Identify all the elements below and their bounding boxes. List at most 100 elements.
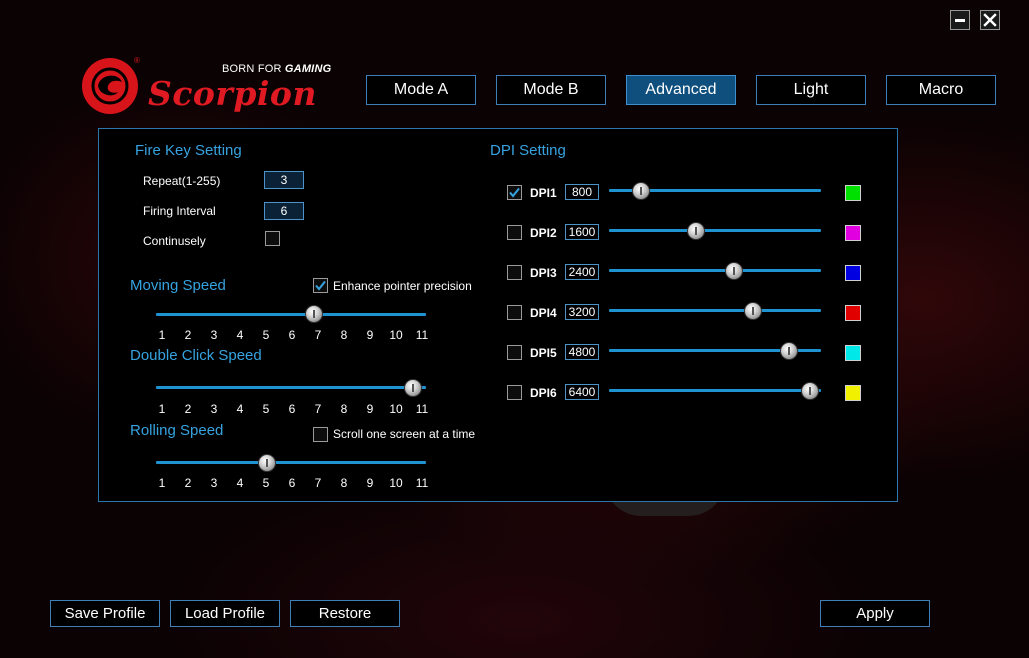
dpi-setting-title: DPI Setting: [490, 142, 566, 159]
tick-label: 6: [288, 476, 296, 490]
tick-label: 2: [184, 328, 192, 342]
tick-label: 4: [236, 476, 244, 490]
continuous-label: Continusely: [143, 234, 206, 248]
rolling-speed-ticks: 1 2 3 4 5 6 7 8 9 10 11: [149, 476, 435, 490]
slider-thumb[interactable]: [780, 342, 799, 360]
save-profile-button[interactable]: Save Profile: [50, 600, 160, 627]
moving-speed-ticks: 1 2 3 4 5 6 7 8 9 10 11: [149, 328, 435, 342]
slider-thumb[interactable]: [258, 454, 276, 472]
dpi-slider-2[interactable]: [609, 222, 821, 240]
double-click-title: Double Click Speed: [130, 347, 262, 364]
dpi-value-input-5[interactable]: 4800: [565, 344, 599, 360]
tick-label: 1: [158, 328, 166, 342]
rolling-speed-slider[interactable]: [156, 454, 426, 472]
moving-speed-slider[interactable]: [156, 305, 426, 323]
dpi-label-4: DPI4: [530, 306, 557, 320]
dpi-color-swatch-5[interactable]: [845, 345, 861, 361]
tick-label: 1: [158, 476, 166, 490]
minimize-icon: [955, 18, 965, 22]
double-click-slider[interactable]: [156, 379, 426, 398]
slider-track: [609, 389, 821, 392]
dpi-checkbox-1[interactable]: [507, 185, 522, 200]
tick-label: 2: [184, 402, 192, 416]
tick-label: 11: [415, 402, 429, 416]
tick-label: 8: [340, 476, 348, 490]
slider-thumb[interactable]: [631, 182, 650, 200]
tick-label: 9: [366, 476, 374, 490]
fire-key-title: Fire Key Setting: [135, 142, 242, 159]
registered-mark: ®: [134, 56, 140, 65]
enhance-precision-label: Enhance pointer precision: [333, 279, 472, 293]
tick-label: 6: [288, 402, 296, 416]
dpi-slider-1[interactable]: [609, 182, 821, 200]
slider-track: [156, 313, 426, 316]
dpi-color-swatch-2[interactable]: [845, 225, 861, 241]
dpi-checkbox-5[interactable]: [507, 345, 522, 360]
tick-label: 5: [262, 328, 270, 342]
dpi-label-5: DPI5: [530, 346, 557, 360]
tick-label: 9: [366, 328, 374, 342]
tick-label: 5: [262, 402, 270, 416]
tick-label: 10: [389, 476, 403, 490]
dpi-color-swatch-4[interactable]: [845, 305, 861, 321]
slider-thumb[interactable]: [404, 379, 422, 397]
dpi-value-input-2[interactable]: 1600: [565, 224, 599, 240]
tick-label: 11: [415, 476, 429, 490]
minimize-button[interactable]: [950, 10, 970, 30]
slider-thumb[interactable]: [801, 382, 820, 400]
tick-label: 8: [340, 402, 348, 416]
slider-thumb[interactable]: [686, 222, 705, 240]
tick-label: 3: [210, 328, 218, 342]
dpi-color-swatch-1[interactable]: [845, 185, 861, 201]
dpi-value-input-4[interactable]: 3200: [565, 304, 599, 320]
logo-brand-name: Scorpion: [148, 74, 317, 113]
tick-label: 7: [314, 476, 322, 490]
enhance-precision-checkbox[interactable]: [313, 278, 328, 293]
continuous-checkbox[interactable]: [265, 231, 280, 246]
dpi-checkbox-4[interactable]: [507, 305, 522, 320]
dpi-slider-3[interactable]: [609, 262, 821, 280]
dpi-slider-4[interactable]: [609, 302, 821, 320]
tick-label: 7: [314, 402, 322, 416]
firing-interval-input[interactable]: 6: [264, 202, 304, 220]
dpi-slider-6[interactable]: [609, 382, 821, 400]
close-icon: [983, 13, 997, 27]
dpi-checkbox-6[interactable]: [507, 385, 522, 400]
apply-button[interactable]: Apply: [820, 600, 930, 627]
tick-label: 10: [389, 328, 403, 342]
tab-macro[interactable]: Macro: [886, 75, 996, 105]
dpi-checkbox-3[interactable]: [507, 265, 522, 280]
tab-light[interactable]: Light: [756, 75, 866, 105]
tab-mode-b[interactable]: Mode B: [496, 75, 606, 105]
checkmark-icon: [509, 187, 520, 198]
slider-thumb[interactable]: [305, 305, 323, 323]
advanced-settings-panel: Fire Key Setting Repeat(1-255) 3 Firing …: [98, 128, 898, 502]
dpi-color-swatch-3[interactable]: [845, 265, 861, 281]
tick-label: 5: [262, 476, 270, 490]
restore-button[interactable]: Restore: [290, 600, 400, 627]
dpi-value-input-1[interactable]: 800: [565, 184, 599, 200]
tick-label: 3: [210, 402, 218, 416]
slider-thumb[interactable]: [744, 302, 763, 320]
dpi-label-2: DPI2: [530, 226, 557, 240]
slider-track: [609, 269, 821, 272]
scroll-screen-checkbox[interactable]: [313, 427, 328, 442]
close-button[interactable]: [980, 10, 1000, 30]
dpi-value-input-6[interactable]: 6400: [565, 384, 599, 400]
dpi-label-6: DPI6: [530, 386, 557, 400]
tab-advanced[interactable]: Advanced: [626, 75, 736, 105]
slider-thumb[interactable]: [725, 262, 744, 280]
load-profile-button[interactable]: Load Profile: [170, 600, 280, 627]
repeat-input[interactable]: 3: [264, 171, 304, 189]
dpi-checkbox-2[interactable]: [507, 225, 522, 240]
tick-label: 10: [389, 402, 403, 416]
dpi-value-input-3[interactable]: 2400: [565, 264, 599, 280]
dpi-slider-5[interactable]: [609, 342, 821, 360]
double-click-ticks: 1 2 3 4 5 6 7 8 9 10 11: [149, 402, 435, 416]
dpi-color-swatch-6[interactable]: [845, 385, 861, 401]
tick-label: 4: [236, 402, 244, 416]
dpi-label-3: DPI3: [530, 266, 557, 280]
tick-label: 2: [184, 476, 192, 490]
tab-mode-a[interactable]: Mode A: [366, 75, 476, 105]
slider-track: [609, 309, 821, 312]
